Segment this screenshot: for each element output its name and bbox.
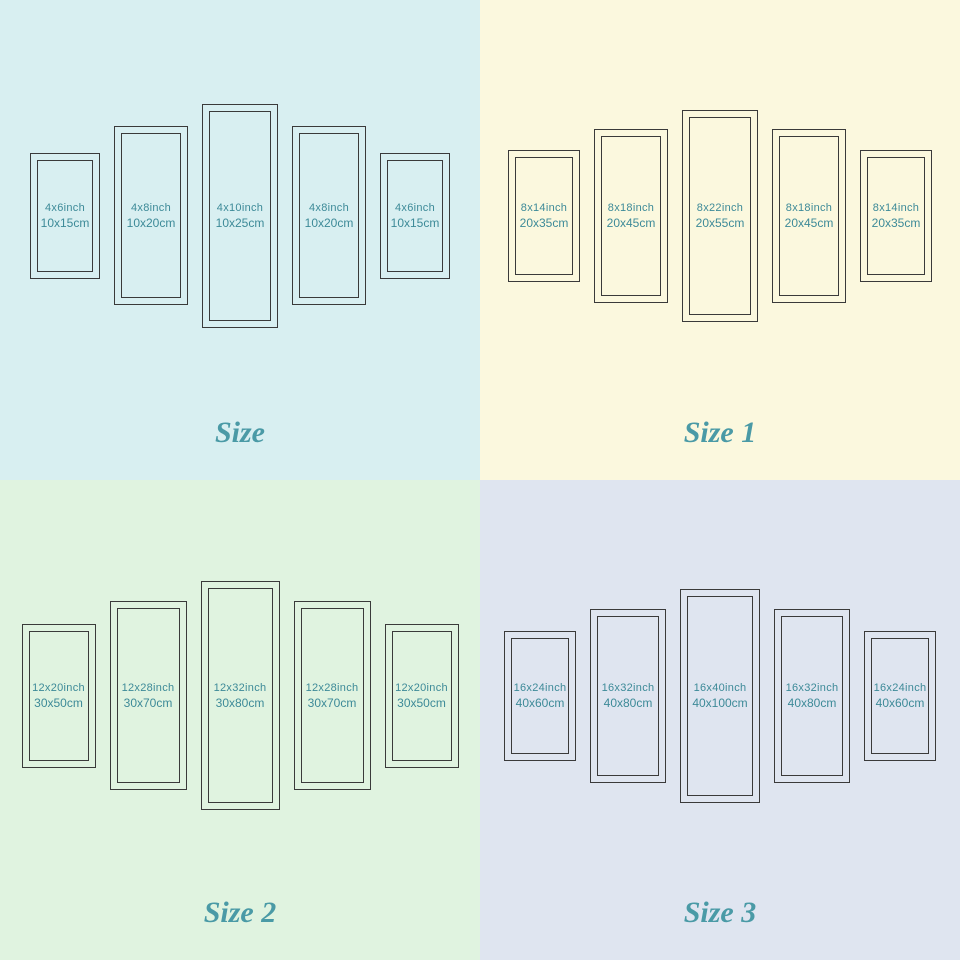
canvas-panel-inner: 12x20inch 30x50cm: [392, 631, 452, 761]
canvas-panel-inner: 4x10inch 10x25cm: [209, 111, 271, 321]
dimension-cm: 20x45cm: [785, 216, 834, 230]
dimension-cm: 20x45cm: [607, 216, 656, 230]
canvas-panel-inner: 16x32inch 40x80cm: [781, 616, 843, 776]
dimension-inch: 8x18inch: [608, 202, 654, 214]
dimension-cm: 20x35cm: [520, 216, 569, 230]
canvas-panel-inner: 12x28inch 30x70cm: [301, 608, 364, 783]
canvas-panel: 8x18inch 20x45cm: [594, 129, 668, 303]
canvas-panel-inner: 12x32inch 30x80cm: [208, 588, 273, 803]
dimension-inch: 4x8inch: [131, 202, 171, 214]
size-title: Size 2: [204, 896, 277, 930]
dimension-inch: 8x22inch: [697, 202, 743, 214]
canvas-panel: 16x32inch 40x80cm: [590, 609, 666, 783]
canvas-panel: 16x32inch 40x80cm: [774, 609, 850, 783]
panel-row: 12x20inch 30x50cm 12x28inch 30x70cm 12x32inc…: [22, 520, 459, 871]
dimension-cm: 10x15cm: [391, 216, 440, 230]
dimension-cm: 30x50cm: [34, 696, 83, 710]
dimension-cm: 30x80cm: [216, 696, 265, 710]
canvas-panel: 12x20inch 30x50cm: [22, 624, 96, 768]
canvas-panel: 4x6inch 10x15cm: [30, 153, 100, 279]
dimension-cm: 20x55cm: [696, 216, 745, 230]
dimension-cm: 40x100cm: [692, 696, 747, 710]
canvas-panel-inner: 16x24inch 40x60cm: [511, 638, 569, 754]
panel-row: 16x24inch 40x60cm 16x32inch 40x80cm 16x40inc…: [504, 520, 936, 871]
canvas-panel: 12x20inch 30x50cm: [385, 624, 459, 768]
canvas-panel-inner: 8x18inch 20x45cm: [601, 136, 661, 296]
canvas-panel-inner: 4x6inch 10x15cm: [37, 160, 93, 272]
dimension-inch: 16x32inch: [602, 682, 655, 694]
dimension-inch: 4x6inch: [395, 202, 435, 214]
dimension-cm: 10x25cm: [216, 216, 265, 230]
canvas-panel-inner: 8x14inch 20x35cm: [867, 157, 925, 275]
canvas-panel: 16x40inch 40x100cm: [680, 589, 760, 803]
canvas-panel-inner: 8x14inch 20x35cm: [515, 157, 573, 275]
canvas-panel: 4x6inch 10x15cm: [380, 153, 450, 279]
dimension-cm: 20x35cm: [872, 216, 921, 230]
dimension-inch: 16x24inch: [874, 682, 927, 694]
canvas-panel-inner: 8x18inch 20x45cm: [779, 136, 839, 296]
dimension-inch: 4x10inch: [217, 202, 263, 214]
canvas-panel: 4x8inch 10x20cm: [292, 126, 366, 305]
canvas-panel: 16x24inch 40x60cm: [864, 631, 936, 761]
dimension-cm: 40x80cm: [604, 696, 653, 710]
dimension-cm: 40x80cm: [788, 696, 837, 710]
dimension-inch: 8x18inch: [786, 202, 832, 214]
dimension-inch: 12x20inch: [395, 682, 448, 694]
size-title: Size: [215, 416, 265, 450]
canvas-panel-inner: 16x40inch 40x100cm: [687, 596, 753, 796]
dimension-cm: 10x15cm: [41, 216, 90, 230]
quadrant-3: 16x24inch 40x60cm 16x32inch 40x80cm 16x40inc…: [480, 480, 960, 960]
dimension-cm: 10x20cm: [305, 216, 354, 230]
dimension-inch: 12x28inch: [122, 682, 175, 694]
canvas-panel-inner: 4x6inch 10x15cm: [387, 160, 443, 272]
dimension-inch: 16x32inch: [786, 682, 839, 694]
panel-row: 4x6inch 10x15cm 4x8inch 10x20cm 4x10inch 10x2…: [30, 40, 450, 391]
canvas-panel-inner: 4x8inch 10x20cm: [121, 133, 181, 298]
canvas-panel: 12x28inch 30x70cm: [110, 601, 187, 790]
dimension-inch: 16x40inch: [694, 682, 747, 694]
dimension-inch: 8x14inch: [521, 202, 567, 214]
canvas-panel: 8x14inch 20x35cm: [860, 150, 932, 282]
dimension-inch: 12x20inch: [32, 682, 85, 694]
dimension-inch: 4x6inch: [45, 202, 85, 214]
quadrant-1: 8x14inch 20x35cm 8x18inch 20x45cm 8x22inch 20…: [480, 0, 960, 480]
dimension-cm: 40x60cm: [516, 696, 565, 710]
size-chart-grid: 4x6inch 10x15cm 4x8inch 10x20cm 4x10inch 10x2…: [0, 0, 960, 960]
dimension-cm: 40x60cm: [876, 696, 925, 710]
size-title: Size 3: [684, 896, 757, 930]
canvas-panel: 4x10inch 10x25cm: [202, 104, 278, 328]
canvas-panel-inner: 4x8inch 10x20cm: [299, 133, 359, 298]
canvas-panel: 8x18inch 20x45cm: [772, 129, 846, 303]
canvas-panel-inner: 16x24inch 40x60cm: [871, 638, 929, 754]
dimension-inch: 16x24inch: [514, 682, 567, 694]
canvas-panel: 12x32inch 30x80cm: [201, 581, 280, 810]
canvas-panel-inner: 8x22inch 20x55cm: [689, 117, 751, 315]
canvas-panel: 12x28inch 30x70cm: [294, 601, 371, 790]
quadrant-0: 4x6inch 10x15cm 4x8inch 10x20cm 4x10inch 10x2…: [0, 0, 480, 480]
dimension-cm: 30x70cm: [124, 696, 173, 710]
canvas-panel-inner: 16x32inch 40x80cm: [597, 616, 659, 776]
canvas-panel: 16x24inch 40x60cm: [504, 631, 576, 761]
canvas-panel-inner: 12x28inch 30x70cm: [117, 608, 180, 783]
size-title: Size 1: [684, 416, 757, 450]
canvas-panel-inner: 12x20inch 30x50cm: [29, 631, 89, 761]
dimension-inch: 8x14inch: [873, 202, 919, 214]
dimension-cm: 30x70cm: [308, 696, 357, 710]
panel-row: 8x14inch 20x35cm 8x18inch 20x45cm 8x22inch 20…: [508, 40, 932, 391]
dimension-cm: 30x50cm: [397, 696, 446, 710]
canvas-panel: 4x8inch 10x20cm: [114, 126, 188, 305]
dimension-inch: 12x28inch: [306, 682, 359, 694]
dimension-inch: 4x8inch: [309, 202, 349, 214]
dimension-inch: 12x32inch: [214, 682, 267, 694]
canvas-panel: 8x14inch 20x35cm: [508, 150, 580, 282]
quadrant-2: 12x20inch 30x50cm 12x28inch 30x70cm 12x32inc…: [0, 480, 480, 960]
dimension-cm: 10x20cm: [127, 216, 176, 230]
canvas-panel: 8x22inch 20x55cm: [682, 110, 758, 322]
